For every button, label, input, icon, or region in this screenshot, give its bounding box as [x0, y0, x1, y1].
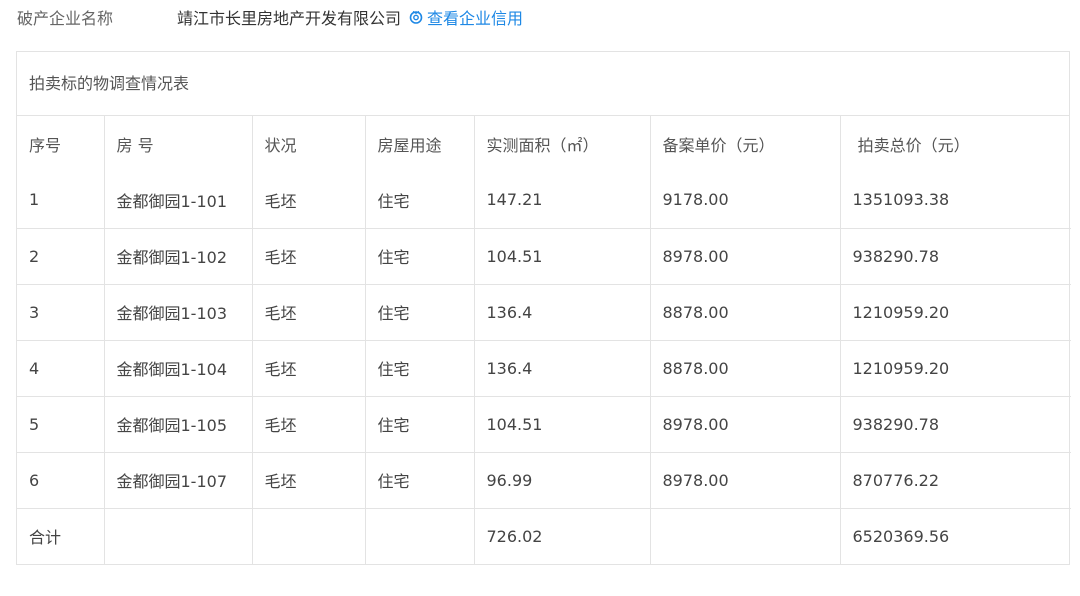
cell-index: 3	[17, 284, 105, 341]
cell-area: 147.21	[474, 172, 651, 229]
table-row: 2 金都御园1-102 毛坯 住宅 104.51 8978.00 938290.78	[17, 228, 1071, 285]
cell-room-no: 金都御园1-105	[104, 396, 253, 453]
cell-total-price: 1210959.20	[840, 340, 1071, 397]
header-index: 序号	[17, 116, 105, 172]
auction-table-grid: 序号 房 号 状况 房屋用途 实测面积（㎡） 备案单价（元） 拍卖总价（元） 1…	[17, 116, 1071, 564]
cell-usage	[365, 508, 475, 564]
cell-unit-price: 9178.00	[650, 172, 841, 229]
cell-total-price: 6520369.56	[852, 526, 950, 546]
header-area: 实测面积（㎡）	[474, 116, 651, 172]
cell-room-no: 金都御园1-102	[104, 228, 253, 285]
credit-icon	[409, 10, 423, 24]
cell-total-price: 938290.78	[840, 228, 1071, 285]
view-credit-link[interactable]: 查看企业信用	[409, 5, 523, 29]
cell-area: 104.51	[474, 228, 651, 285]
header-room-no: 房 号	[104, 116, 253, 172]
cell-index: 2	[17, 228, 105, 285]
company-info-row: 破产企业名称 靖江市长里房地产开发有限公司 查看企业信用	[17, 5, 523, 29]
cell-unit-price: 8978.00	[650, 228, 841, 285]
cell-area: 136.4	[474, 284, 651, 341]
cell-area: 136.4	[474, 340, 651, 397]
table-row: 6 金都御园1-107 毛坯 住宅 96.99 8978.00 870776.22	[17, 452, 1071, 509]
cell-area: 104.51	[474, 396, 651, 453]
cell-status: 毛坯	[252, 452, 366, 509]
cell-room-no: 金都御园1-104	[104, 340, 253, 397]
table-title: 拍卖标的物调查情况表	[17, 52, 1069, 116]
company-name-value: 靖江市长里房地产开发有限公司	[177, 9, 402, 28]
cell-status	[252, 508, 366, 564]
cell-usage: 住宅	[365, 284, 475, 341]
cell-unit-price: 8978.00	[650, 452, 841, 509]
cell-usage: 住宅	[365, 340, 475, 397]
cell-index: 合计	[17, 508, 105, 564]
cell-status: 毛坯	[252, 284, 366, 341]
cell-usage: 住宅	[365, 228, 475, 285]
cell-total-price: 938290.78	[840, 396, 1071, 453]
auction-survey-table: 拍卖标的物调查情况表 序号 房 号 状况 房屋用途 实测面积（㎡） 备案单价（元…	[16, 51, 1071, 565]
cell-unit-price: 8878.00	[650, 340, 841, 397]
cell-usage: 住宅	[365, 396, 475, 453]
cell-unit-price	[650, 508, 841, 564]
header-usage: 房屋用途	[365, 116, 475, 172]
view-credit-label: 查看企业信用	[427, 9, 524, 28]
table-row: 5 金都御园1-105 毛坯 住宅 104.51 8978.00 938290.78	[17, 396, 1071, 453]
cell-room-no: 金都御园1-101	[104, 172, 253, 229]
cell-index: 1	[17, 172, 105, 229]
cell-total-price: 1351093.38	[840, 172, 1071, 229]
table-row: 4 金都御园1-104 毛坯 住宅 136.4 8878.00 1210959.20	[17, 340, 1071, 397]
cell-usage: 住宅	[365, 172, 475, 229]
cell-unit-price: 8878.00	[650, 284, 841, 341]
header-total-price: 拍卖总价（元）	[852, 136, 970, 155]
cell-index: 6	[17, 452, 105, 509]
cell-unit-price: 8978.00	[650, 396, 841, 453]
header-status: 状况	[252, 116, 366, 172]
cell-area: 726.02	[474, 508, 651, 564]
cell-room-no	[104, 508, 253, 564]
table-header-row: 序号 房 号 状况 房屋用途 实测面积（㎡） 备案单价（元） 拍卖总价（元）	[17, 116, 1071, 172]
cell-usage: 住宅	[365, 452, 475, 509]
table-total-row: 合计 726.02 6520369.56	[17, 508, 1071, 564]
header-unit-price: 备案单价（元）	[650, 116, 841, 172]
cell-total-price: 870776.22	[840, 452, 1071, 509]
table-row: 3 金都御园1-103 毛坯 住宅 136.4 8878.00 1210959.20	[17, 284, 1071, 341]
cell-index: 5	[17, 396, 105, 453]
cell-status: 毛坯	[252, 228, 366, 285]
table-row: 1 金都御园1-101 毛坯 住宅 147.21 9178.00 1351093.38	[17, 172, 1071, 229]
cell-room-no: 金都御园1-107	[104, 452, 253, 509]
company-name-label: 破产企业名称	[17, 9, 114, 28]
cell-status: 毛坯	[252, 172, 366, 229]
cell-status: 毛坯	[252, 340, 366, 397]
cell-area: 96.99	[474, 452, 651, 509]
cell-status: 毛坯	[252, 396, 366, 453]
cell-room-no: 金都御园1-103	[104, 284, 253, 341]
cell-index: 4	[17, 340, 105, 397]
cell-total-price: 1210959.20	[840, 284, 1071, 341]
